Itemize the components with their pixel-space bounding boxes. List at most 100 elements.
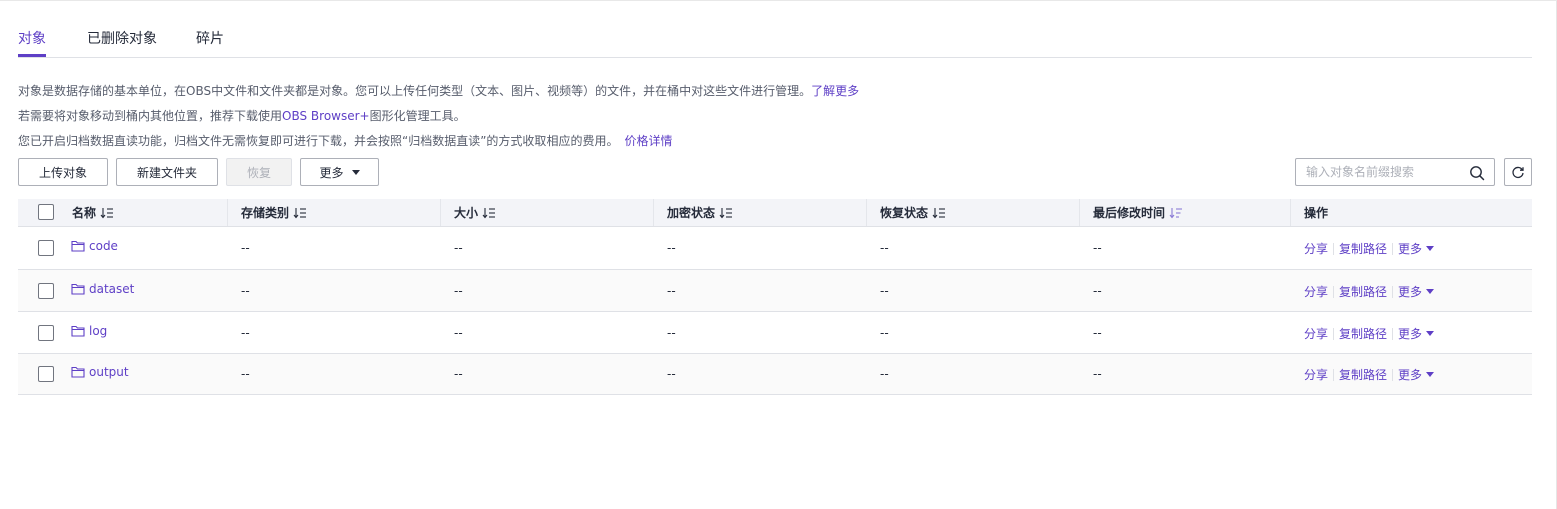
upload-object-button[interactable]: 上传对象 xyxy=(18,158,108,186)
chevron-down-icon[interactable] xyxy=(1426,289,1435,294)
encryption-cell: -- xyxy=(667,367,676,381)
restore-button[interactable]: 恢复 xyxy=(226,158,292,186)
price-details-link[interactable]: 价格详情 xyxy=(624,134,672,148)
table-row: output -- -- -- -- -- 分享 复制路径 更多 xyxy=(18,354,1532,395)
select-all-checkbox[interactable] xyxy=(38,204,54,220)
copy-path-link[interactable]: 复制路径 xyxy=(1339,240,1387,257)
encryption-cell: -- xyxy=(667,326,676,340)
column-divider xyxy=(227,199,228,226)
new-folder-button[interactable]: 新建文件夹 xyxy=(116,158,218,186)
refresh-button[interactable] xyxy=(1504,158,1532,186)
folder-link[interactable]: log xyxy=(71,324,107,338)
share-link[interactable]: 分享 xyxy=(1304,366,1328,383)
column-name: 名称 xyxy=(72,199,114,226)
row-actions: 分享 复制路径 更多 xyxy=(1304,325,1435,342)
search-box xyxy=(1295,158,1495,186)
column-divider xyxy=(1079,199,1080,226)
folder-icon xyxy=(71,325,85,337)
column-encryption-label: 加密状态 xyxy=(667,206,716,220)
storage-class-cell: -- xyxy=(241,367,250,381)
sort-icon[interactable] xyxy=(100,207,114,219)
search-input[interactable] xyxy=(1306,163,1456,181)
row-more-link[interactable]: 更多 xyxy=(1398,240,1422,257)
last-modified-cell: -- xyxy=(1093,326,1102,340)
column-restore-status: 恢复状态 xyxy=(880,199,946,226)
copy-path-link[interactable]: 复制路径 xyxy=(1339,283,1387,300)
tab-fragments[interactable]: 碎片 xyxy=(196,28,224,48)
restore-status-cell: -- xyxy=(880,326,889,340)
sort-icon[interactable] xyxy=(293,207,307,219)
info-line-objects: 对象是数据存储的基本单位，在OBS中文件和文件夹都是对象。您可以上传任何类型（文… xyxy=(18,82,859,99)
column-divider xyxy=(440,199,441,226)
folder-name: output xyxy=(89,365,129,379)
column-storage-class: 存储类别 xyxy=(241,199,307,226)
row-more-link[interactable]: 更多 xyxy=(1398,366,1422,383)
table-row: code -- -- -- -- -- 分享 复制路径 更多 xyxy=(18,227,1532,270)
share-link[interactable]: 分享 xyxy=(1304,283,1328,300)
row-actions: 分享 复制路径 更多 xyxy=(1304,283,1435,300)
row-actions: 分享 复制路径 更多 xyxy=(1304,366,1435,383)
row-more-link[interactable]: 更多 xyxy=(1398,325,1422,342)
more-actions-dropdown[interactable]: 更多 xyxy=(300,158,379,186)
tab-deleted-objects[interactable]: 已删除对象 xyxy=(87,28,157,48)
chevron-down-icon[interactable] xyxy=(1426,372,1435,377)
folder-name: log xyxy=(89,324,108,338)
table-row: dataset -- -- -- -- -- 分享 复制路径 更多 xyxy=(18,270,1532,312)
row-checkbox[interactable] xyxy=(38,240,54,256)
restore-status-cell: -- xyxy=(880,284,889,298)
sort-icon[interactable] xyxy=(482,207,496,219)
folder-name: code xyxy=(89,239,118,253)
column-last-modified: 最后修改时间 xyxy=(1093,199,1183,226)
folder-link[interactable]: output xyxy=(71,365,129,379)
chevron-down-icon[interactable] xyxy=(1426,246,1435,251)
folder-icon xyxy=(71,240,85,252)
size-cell: -- xyxy=(454,326,463,340)
info-line-archive: 您已开启归档数据直读功能，归档文件无需恢复即可进行下载，并会按照“归档数据直读”… xyxy=(18,132,672,149)
last-modified-cell: -- xyxy=(1093,241,1102,255)
row-checkbox[interactable] xyxy=(38,325,54,341)
column-divider xyxy=(653,199,654,226)
column-last-modified-label: 最后修改时间 xyxy=(1093,206,1166,220)
restore-status-cell: -- xyxy=(880,367,889,381)
size-cell: -- xyxy=(454,284,463,298)
action-divider xyxy=(1392,285,1394,298)
sort-icon[interactable] xyxy=(719,207,733,219)
row-checkbox[interactable] xyxy=(38,366,54,382)
info-line-1-text: 对象是数据存储的基本单位，在OBS中文件和文件夹都是对象。您可以上传任何类型（文… xyxy=(18,84,812,98)
column-restore-status-label: 恢复状态 xyxy=(880,206,929,220)
share-link[interactable]: 分享 xyxy=(1304,240,1328,257)
folder-link[interactable]: dataset xyxy=(71,282,134,296)
action-divider xyxy=(1333,368,1335,381)
search-icon[interactable] xyxy=(1469,165,1485,181)
share-link[interactable]: 分享 xyxy=(1304,325,1328,342)
storage-class-cell: -- xyxy=(241,284,250,298)
copy-path-link[interactable]: 复制路径 xyxy=(1339,366,1387,383)
tab-objects[interactable]: 对象 xyxy=(18,28,46,48)
copy-path-link[interactable]: 复制路径 xyxy=(1339,325,1387,342)
column-name-label: 名称 xyxy=(72,206,97,220)
restore-status-cell: -- xyxy=(880,241,889,255)
chevron-down-icon[interactable] xyxy=(1426,331,1435,336)
more-actions-label: 更多 xyxy=(319,165,344,180)
column-operations-label: 操作 xyxy=(1304,206,1329,220)
size-cell: -- xyxy=(454,241,463,255)
info-line-2-suffix: 图形化管理工具。 xyxy=(369,109,466,123)
obs-browser-link[interactable]: OBS Browser+ xyxy=(282,109,370,123)
column-operations: 操作 xyxy=(1304,199,1328,226)
row-more-link[interactable]: 更多 xyxy=(1398,283,1422,300)
row-checkbox[interactable] xyxy=(38,283,54,299)
table-row: log -- -- -- -- -- 分享 复制路径 更多 xyxy=(18,312,1532,354)
column-storage-class-label: 存储类别 xyxy=(241,206,290,220)
learn-more-link[interactable]: 了解更多 xyxy=(811,84,859,98)
encryption-cell: -- xyxy=(667,241,676,255)
folder-name: dataset xyxy=(89,282,135,296)
encryption-cell: -- xyxy=(667,284,676,298)
column-size-label: 大小 xyxy=(454,206,479,220)
info-line-3-text: 您已开启归档数据直读功能，归档文件无需恢复即可进行下载，并会按照“归档数据直读”… xyxy=(18,134,619,148)
action-divider xyxy=(1333,242,1335,255)
folder-link[interactable]: code xyxy=(71,239,118,253)
sort-desc-icon[interactable] xyxy=(1169,207,1183,219)
sort-icon[interactable] xyxy=(932,207,946,219)
action-divider xyxy=(1392,242,1394,255)
column-divider xyxy=(866,199,867,226)
